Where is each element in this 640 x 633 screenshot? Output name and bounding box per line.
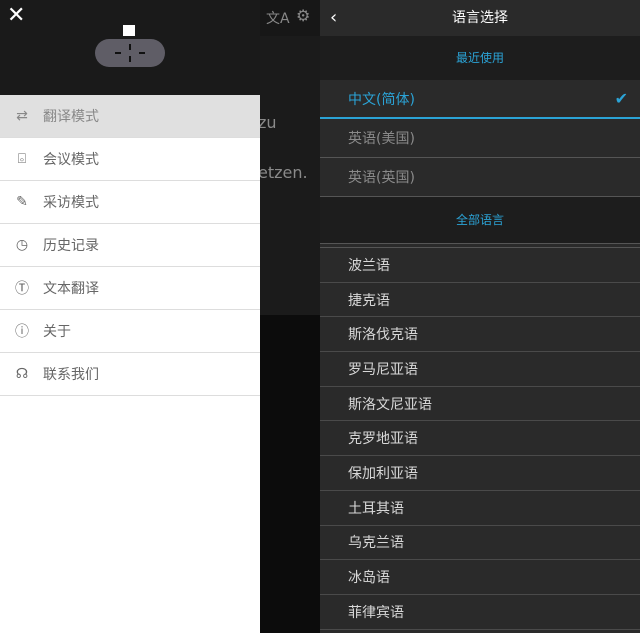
language-item[interactable]: 乌克兰语	[320, 526, 640, 561]
drawer-item[interactable]: Ⓣ 文本翻译	[0, 267, 260, 310]
language-label: 英语(英国)	[348, 170, 415, 186]
drawer-item[interactable]: ⌻ 会议模式	[0, 138, 260, 181]
language-label: 捷克语	[348, 292, 390, 309]
page-title: 语言选择	[452, 10, 508, 26]
drawer-item[interactable]: ⇄ 翻译模式	[0, 95, 260, 138]
history-icon: ◷	[15, 237, 29, 253]
main-screen-behind-drawer: 文A ⚙ zu etzen.	[258, 0, 320, 633]
swap-icon: ⇄	[16, 108, 28, 124]
recent-languages: 中文(简体) ✔ 英语(美国) 英语(英国)	[320, 80, 640, 197]
language-label: 克罗地亚语	[348, 431, 418, 448]
recent-language-item[interactable]: 英语(英国)	[320, 158, 640, 197]
all-languages-list: 波兰语捷克语斯洛伐克语罗马尼亚语斯洛文尼亚语 克罗地亚语保加利亚语土耳其语乌克兰语…	[320, 248, 640, 630]
header: ‹ 语言选择	[320, 0, 640, 36]
drawer-header: ✕	[0, 0, 260, 95]
background-text: zu	[258, 113, 277, 132]
language-label: 保加利亚语	[348, 465, 418, 482]
translate-icon[interactable]: 文A	[266, 8, 290, 28]
language-label: 波兰语	[348, 257, 390, 274]
language-item[interactable]: 冰岛语	[320, 560, 640, 595]
drawer-item-label: 关于	[43, 324, 71, 340]
background-text: etzen.	[258, 163, 308, 182]
drawer-item[interactable]: ☊ 联系我们	[0, 353, 260, 396]
headset-icon: ☊	[15, 366, 29, 382]
language-label: 乌克兰语	[348, 535, 404, 552]
language-label: 斯洛文尼亚语	[348, 396, 432, 413]
language-item[interactable]: 保加利亚语	[320, 456, 640, 491]
back-icon[interactable]: ‹	[330, 0, 337, 36]
drawer-item[interactable]: ✎ 采访模式	[0, 181, 260, 224]
language-item[interactable]: 土耳其语	[320, 491, 640, 526]
meeting-device-icon: ⌻	[17, 151, 27, 167]
recent-language-item[interactable]: 英语(美国)	[320, 119, 640, 158]
language-label: 菲律宾语	[348, 604, 404, 621]
check-icon: ✔	[614, 89, 628, 108]
recent-section-header: 最近使用	[320, 36, 640, 80]
language-label: 罗马尼亚语	[348, 361, 418, 378]
language-item[interactable]: 斯洛伐克语	[320, 317, 640, 353]
language-item[interactable]: 波兰语	[320, 248, 640, 283]
microphone-icon: ✎	[16, 194, 28, 210]
recent-language-item[interactable]: 中文(简体) ✔	[320, 80, 640, 119]
drawer-menu: ⇄ 翻译模式 ⌻ 会议模式 ✎ 采访模式 ◷ 历史记录 Ⓣ 文本翻译 ⓘ 关于 ☊ 联系我们	[0, 95, 260, 396]
drawer-item-label: 采访模式	[43, 195, 99, 211]
settings-icon[interactable]: ⚙	[296, 6, 310, 25]
language-item[interactable]: 菲律宾语	[320, 595, 640, 630]
language-selection-panel: ‹ 语言选择 最近使用 中文(简体) ✔ 英语(美国) 英语(英国) 全部语言 波兰语…	[320, 0, 640, 633]
close-icon[interactable]: ✕	[7, 5, 25, 27]
language-label: 英语(美国)	[348, 131, 415, 147]
drawer-item-label: 联系我们	[43, 367, 99, 383]
all-section-header: 全部语言	[320, 197, 640, 243]
device-icon	[95, 25, 165, 67]
language-item[interactable]: 斯洛文尼亚语	[320, 387, 640, 422]
language-item[interactable]: 捷克语	[320, 283, 640, 318]
language-label: 冰岛语	[348, 570, 390, 587]
app-background: 文A ⚙ zu etzen. ✕ ⇄ 翻译模式 ⌻ 会议模式 ✎ 采访模式 ◷ 历史记录 Ⓣ 文本…	[0, 0, 320, 633]
drawer-item[interactable]: ⓘ 关于	[0, 310, 260, 353]
drawer-item-label: 翻译模式	[43, 109, 99, 125]
info-icon: ⓘ	[15, 324, 29, 340]
drawer-item-label: 历史记录	[43, 238, 99, 254]
navigation-drawer: ✕ ⇄ 翻译模式 ⌻ 会议模式 ✎ 采访模式 ◷ 历史记录 Ⓣ 文本翻译 ⓘ 关于 ☊ 联系我们	[0, 0, 260, 633]
drawer-item[interactable]: ◷ 历史记录	[0, 224, 260, 267]
drawer-item-label: 会议模式	[43, 152, 99, 168]
language-item[interactable]: 克罗地亚语	[320, 421, 640, 457]
text-icon: Ⓣ	[15, 281, 29, 297]
drawer-item-label: 文本翻译	[43, 281, 99, 297]
language-label: 土耳其语	[348, 500, 404, 517]
language-label: 斯洛伐克语	[348, 327, 418, 344]
language-item[interactable]: 罗马尼亚语	[320, 352, 640, 387]
language-label: 中文(简体)	[348, 91, 415, 108]
